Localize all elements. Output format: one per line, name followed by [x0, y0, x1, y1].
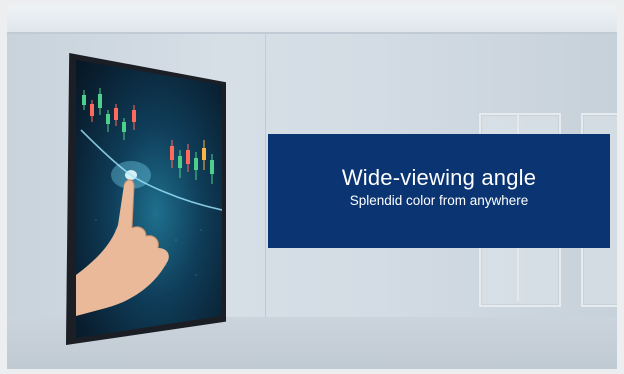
- promo-image-frame: Wide-viewing angle Splendid color from a…: [0, 0, 624, 374]
- display-screen: [76, 60, 222, 338]
- ceiling-edge: [7, 32, 617, 34]
- stock-chart-with-hand-icon: [76, 88, 222, 316]
- ceiling: [7, 5, 617, 33]
- feature-banner: Wide-viewing angle Splendid color from a…: [268, 134, 610, 248]
- banner-subtitle: Splendid color from anywhere: [349, 193, 529, 208]
- banner-title: Wide-viewing angle: [341, 165, 537, 190]
